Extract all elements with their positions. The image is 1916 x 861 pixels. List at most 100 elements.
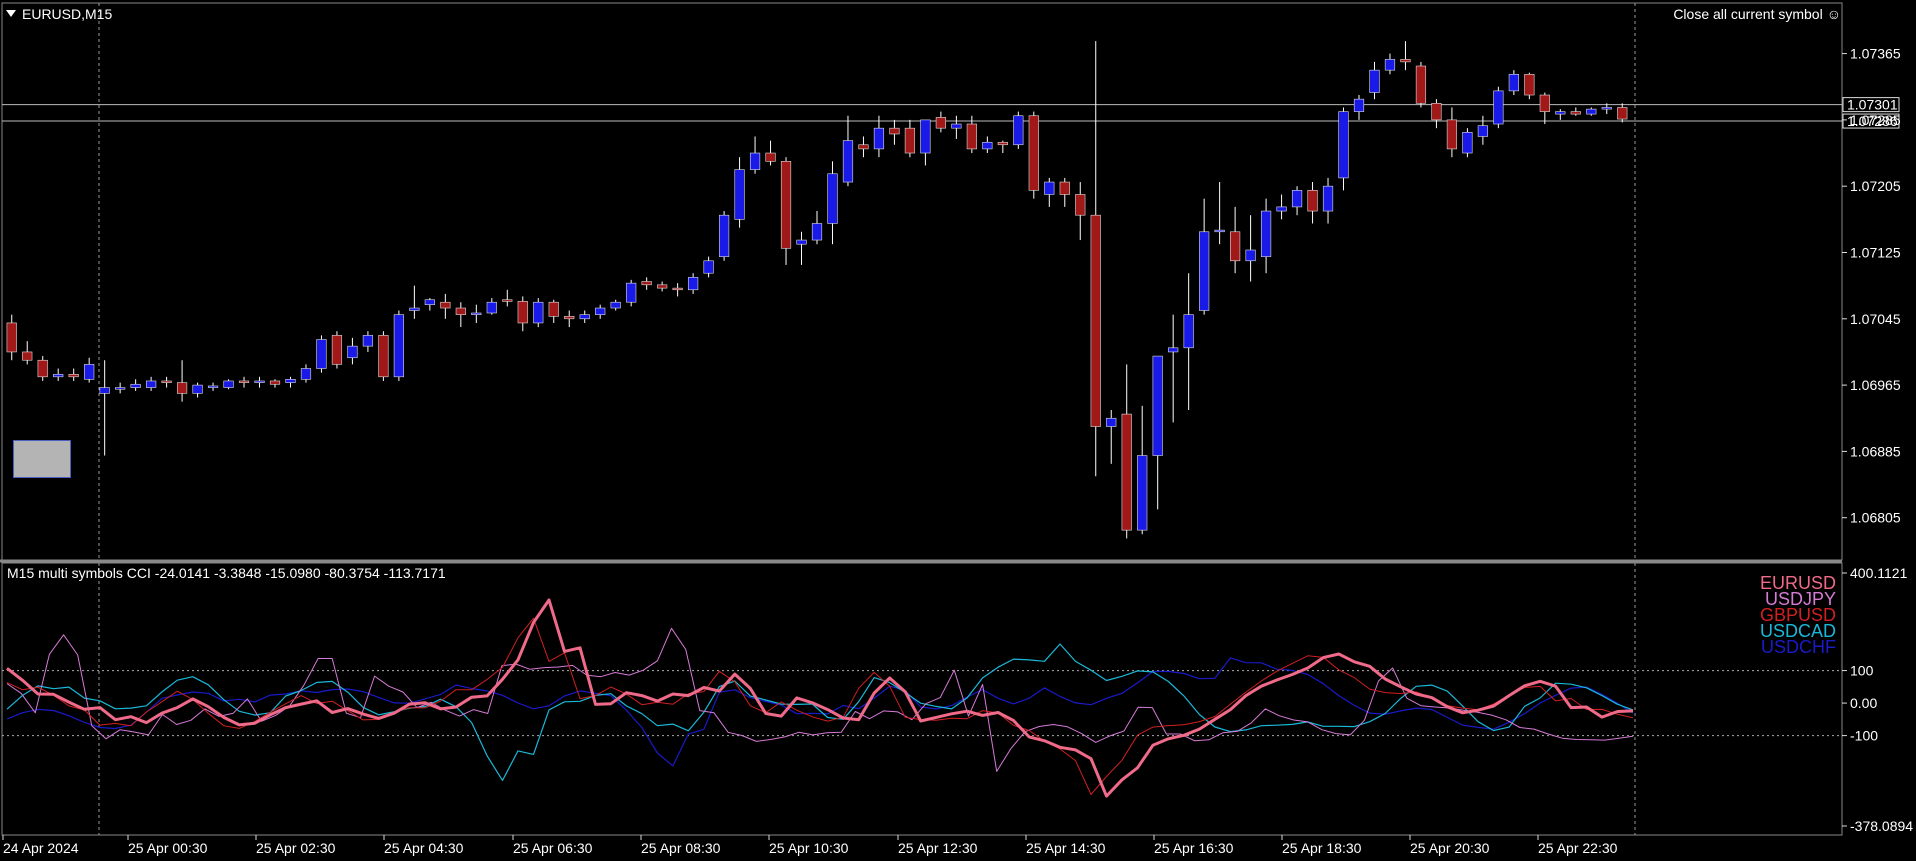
candle — [842, 115, 854, 187]
candle-body — [858, 144, 869, 150]
candle-body — [285, 378, 296, 383]
candle — [84, 357, 95, 383]
candle — [780, 157, 792, 265]
candle — [564, 310, 575, 328]
candle — [533, 298, 544, 328]
candle-body — [115, 387, 126, 390]
candle-body — [84, 364, 95, 380]
time-axis-label: 25 Apr 00:30 — [128, 840, 208, 856]
candle — [1090, 41, 1101, 477]
time-axis-label: 25 Apr 08:30 — [641, 840, 721, 856]
price-axis-label: 1.07285 — [1850, 112, 1901, 128]
level-price-label: 1.07301 — [1847, 97, 1898, 113]
candle — [811, 211, 823, 245]
candle — [1013, 111, 1024, 149]
main-panel-frame — [1, 2, 1843, 561]
candle-body — [1106, 417, 1117, 427]
candle — [935, 111, 946, 133]
cci-line-usdchf — [6, 657, 1634, 767]
candle — [254, 376, 265, 388]
candle — [997, 140, 1008, 154]
candle-body — [966, 123, 977, 150]
candle-body — [1369, 69, 1380, 93]
candle — [1152, 355, 1163, 510]
chart-canvas[interactable]: 1.073011.07286 1.073651.072851.072051.07… — [0, 0, 1916, 861]
candle — [37, 356, 48, 381]
candle-body — [486, 301, 497, 314]
candle — [502, 289, 513, 307]
candle-body — [409, 307, 420, 311]
candle — [1400, 41, 1411, 71]
main-price-panel[interactable]: 1.073011.07286 1.073651.072851.072051.07… — [1, 2, 1901, 561]
candle — [1415, 61, 1427, 108]
candle-body — [1059, 181, 1070, 195]
candle — [1586, 107, 1597, 116]
candle-body — [1013, 115, 1024, 146]
candle-body — [1291, 190, 1303, 208]
candle — [657, 281, 668, 292]
candle — [316, 335, 327, 373]
candle — [920, 119, 931, 166]
candle-body — [672, 287, 683, 291]
time-axis: 24 Apr 2024 25 Apr 00:30 25 Apr 02:30 25 Ap… — [2, 835, 1618, 856]
candle-body — [1570, 111, 1581, 115]
candle — [982, 136, 993, 154]
candle-body — [269, 380, 281, 385]
candle-body — [1214, 229, 1225, 233]
time-axis-label: 25 Apr 02:30 — [256, 840, 336, 856]
symbol-title[interactable]: EURUSD,M15 — [22, 6, 112, 22]
candle-body — [1524, 74, 1535, 96]
candle-body — [207, 385, 219, 388]
candle-body — [951, 123, 962, 129]
close-all-current-symbol-button[interactable]: Close all current symbol ☺ — [1673, 6, 1841, 22]
candle-body — [1384, 59, 1396, 71]
candle — [300, 364, 312, 383]
candle-body — [1168, 347, 1179, 353]
candle — [1291, 186, 1303, 216]
candle — [176, 360, 188, 402]
price-axis: 1.07365 1.07285 1.07205 1.07125 1.07045 1.069… — [1842, 46, 1901, 526]
candle — [331, 331, 343, 369]
candle-body — [1199, 231, 1210, 311]
candle-body — [548, 301, 559, 317]
candle — [1137, 405, 1148, 535]
candle — [1230, 206, 1241, 274]
candle-body — [796, 239, 807, 245]
time-axis-label: 25 Apr 10:30 — [769, 840, 849, 856]
indicator-panel[interactable]: 400.1121 100 0.00 -100 -378.0894 — [1, 562, 1913, 836]
candle-body — [564, 316, 575, 320]
price-axis-label: 1.06885 — [1850, 443, 1901, 459]
candle-body — [1044, 181, 1055, 195]
candle — [1199, 198, 1210, 315]
candle-body — [1245, 249, 1256, 262]
candle-body — [517, 301, 528, 324]
candle-body — [533, 301, 544, 324]
candle-body — [982, 141, 993, 150]
candle-body — [161, 380, 172, 383]
candle-body — [703, 260, 714, 274]
candle-body — [316, 339, 327, 369]
candle — [1524, 72, 1535, 100]
candle-body — [780, 161, 792, 249]
candle — [269, 379, 281, 388]
candle — [347, 337, 358, 365]
candle — [1539, 92, 1550, 125]
time-axis-label: 25 Apr 22:30 — [1538, 840, 1618, 856]
candle-body — [393, 314, 404, 378]
time-axis-label: 25 Apr 18:30 — [1282, 840, 1362, 856]
candle-body — [997, 141, 1008, 146]
candle — [1245, 215, 1256, 282]
candle-body — [1230, 231, 1241, 262]
candle-body — [579, 314, 590, 320]
candle-body — [1415, 65, 1427, 104]
candle-body — [300, 368, 312, 380]
symbol-menu-caret-icon[interactable] — [6, 10, 16, 17]
candle-body — [1075, 194, 1086, 216]
candle-body — [53, 374, 64, 378]
candle — [1044, 177, 1055, 207]
candle-body — [424, 299, 435, 306]
candle-body — [765, 152, 776, 162]
candle — [1106, 409, 1117, 464]
chart-minimap-box[interactable] — [13, 440, 71, 478]
candle-body — [1338, 111, 1349, 179]
